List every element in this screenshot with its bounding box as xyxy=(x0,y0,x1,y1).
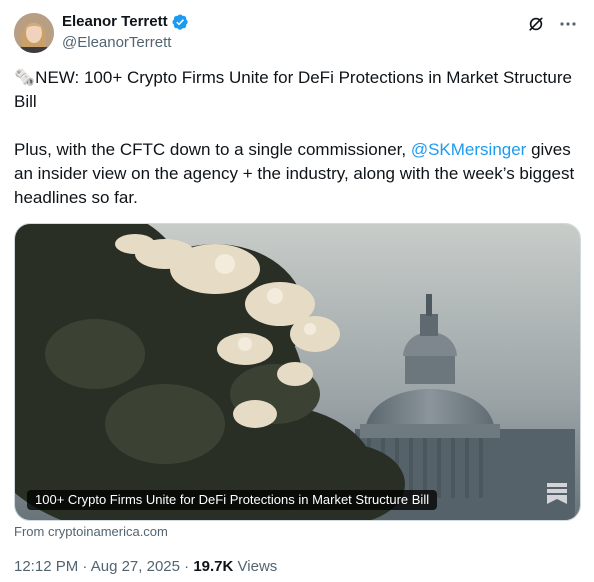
author-name[interactable]: Eleanor Terrett xyxy=(62,12,168,32)
tweet-meta: 12:12 PM · Aug 27, 2025 · 19.7K Views xyxy=(14,558,277,575)
verified-badge-icon xyxy=(171,13,189,31)
views-label: Views xyxy=(237,558,278,575)
mention-link[interactable]: @SKMersinger xyxy=(411,140,527,159)
link-card[interactable]: 100+ Crypto Firms Unite for DeFi Protect… xyxy=(14,223,581,521)
grok-icon[interactable] xyxy=(526,14,546,34)
author-handle[interactable]: @EleanorTerrett xyxy=(62,33,189,53)
avatar[interactable] xyxy=(14,13,54,53)
views-count: 19.7K xyxy=(193,558,234,575)
tweet-date[interactable]: Aug 27, 2025 xyxy=(91,558,180,575)
tweet-body-pre: Plus, with the CFTC down to a single com… xyxy=(14,140,411,159)
more-options-icon[interactable] xyxy=(558,14,578,34)
meta-separator: · xyxy=(82,558,88,575)
card-source[interactable]: From cryptoinamerica.com xyxy=(14,524,168,539)
bookmark-icon xyxy=(546,481,568,510)
card-title: 100+ Crypto Firms Unite for DeFi Protect… xyxy=(27,490,438,510)
meta-separator: · xyxy=(184,558,190,575)
tweet-headline: 🗞️NEW: 100+ Crypto Firms Unite for DeFi … xyxy=(14,68,577,111)
tweet-text: 🗞️NEW: 100+ Crypto Firms Unite for DeFi … xyxy=(14,66,580,210)
tweet-time[interactable]: 12:12 PM xyxy=(14,558,78,575)
author-header: Eleanor Terrett @EleanorTerrett xyxy=(62,12,189,53)
card-image xyxy=(15,224,580,520)
